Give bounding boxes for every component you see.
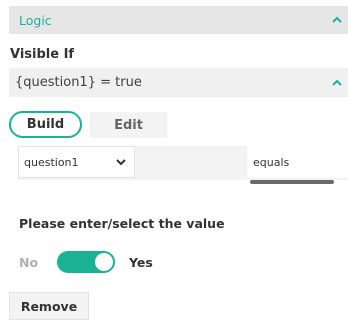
expression-text: {question1} = true [15, 75, 142, 90]
logic-section-title: Logic [19, 12, 52, 28]
tab-edit[interactable]: Edit [90, 112, 167, 138]
toggle-on-label: Yes [129, 255, 153, 270]
chevron-up-icon[interactable] [332, 79, 342, 87]
chevron-up-icon[interactable] [332, 16, 342, 24]
remove-button[interactable]: Remove [9, 292, 89, 320]
tab-build[interactable]: Build [9, 111, 82, 138]
toggle-knob [95, 253, 113, 271]
question-select[interactable]: question1 [18, 146, 135, 178]
chevron-down-icon [116, 159, 126, 166]
question-select-value: question1 [24, 155, 79, 169]
toggle-off-label: No [19, 255, 39, 270]
operator-select-value: equals [253, 155, 290, 169]
value-prompt: Please enter/select the value [19, 216, 225, 231]
horizontal-scrollbar[interactable] [250, 180, 334, 184]
expression-bar[interactable]: {question1} = true [9, 68, 348, 97]
operator-select[interactable]: equals [247, 146, 348, 178]
visible-if-label: Visible If [10, 47, 75, 62]
logic-section-header[interactable]: Logic [9, 6, 348, 34]
boolean-toggle[interactable] [57, 251, 115, 273]
